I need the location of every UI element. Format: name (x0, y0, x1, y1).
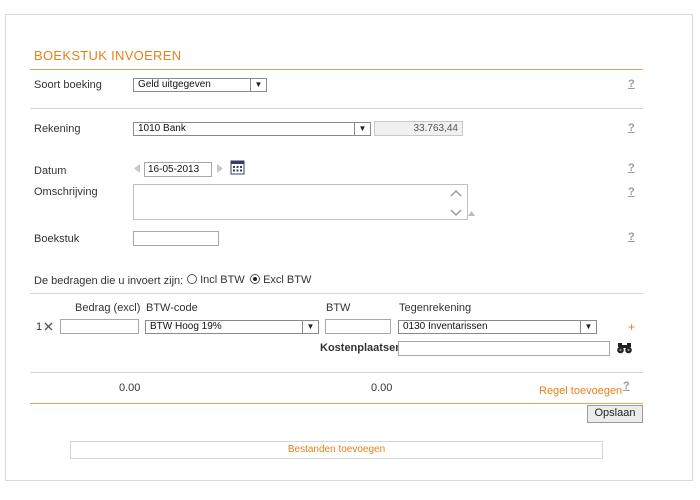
omschrijving-label: Omschrijving (34, 186, 98, 198)
col-header-btw: BTW (326, 302, 351, 314)
bedrag-input[interactable] (60, 319, 139, 334)
btw-input[interactable] (325, 319, 391, 334)
total-btw: 0.00 (371, 382, 393, 394)
help-icon[interactable]: ? (628, 162, 635, 174)
help-icon[interactable]: ? (623, 380, 630, 392)
calendar-icon[interactable] (230, 160, 245, 175)
radio-button[interactable] (187, 274, 197, 284)
remove-line-icon[interactable] (44, 322, 53, 331)
next-date-icon[interactable] (216, 163, 224, 174)
btw-code-value: BTW Hoog 19% (150, 321, 222, 332)
chevron-down-icon: ▼ (580, 321, 596, 333)
radio-button-selected[interactable] (250, 274, 260, 284)
save-button[interactable]: Opslaan (587, 405, 643, 423)
tegenrekening-value: 0130 Inventarissen (403, 321, 488, 332)
omschrijving-textarea[interactable] (133, 184, 468, 220)
previous-date-icon[interactable] (133, 163, 141, 174)
radio-incl-btw-label: Incl BTW (200, 274, 245, 286)
chevron-down-icon: ▼ (354, 123, 370, 135)
soort-boeking-select[interactable]: Geld uitgegeven ▼ (133, 78, 267, 92)
line-number: 1 (36, 321, 43, 333)
help-icon[interactable]: ? (628, 122, 635, 134)
radio-incl-btw[interactable]: Incl BTW (187, 274, 245, 286)
radio-excl-btw[interactable]: Excl BTW (250, 274, 311, 286)
rekening-label: Rekening (34, 123, 81, 135)
boekstuk-label: Boekstuk (34, 233, 80, 245)
kostenplaats-input[interactable] (398, 341, 610, 356)
rekening-select[interactable]: 1010 Bank ▼ (133, 122, 371, 136)
page-title: BOEKSTUK INVOEREN (34, 48, 182, 63)
tegenrekening-select[interactable]: 0130 Inventarissen ▼ (398, 320, 597, 334)
kostenplaats-label: Kostenplaatsen (320, 342, 402, 354)
help-icon[interactable]: ? (628, 78, 635, 90)
date-input[interactable]: 16-05-2013 (144, 162, 212, 177)
divider (30, 372, 643, 373)
footer-divider (30, 403, 643, 404)
total-bedrag: 0.00 (119, 382, 141, 394)
help-icon[interactable]: ? (628, 231, 635, 243)
textarea-scroll-icon[interactable] (450, 188, 462, 218)
boekstuk-input[interactable] (133, 231, 219, 246)
add-line-link[interactable]: Regel toevoegen (539, 385, 622, 397)
add-files-button[interactable]: Bestanden toevoegen (70, 441, 603, 459)
col-header-bedrag: Bedrag (excl) (75, 302, 141, 314)
soort-boeking-label: Soort boeking (34, 79, 102, 91)
col-header-btw-code: BTW-code (146, 302, 198, 314)
balance-field: 33.763,44 (374, 121, 463, 136)
binoculars-icon[interactable] (617, 342, 632, 354)
radio-excl-btw-label: Excl BTW (263, 274, 312, 286)
add-line-plus-icon[interactable]: + (628, 320, 635, 334)
help-icon[interactable]: ? (628, 186, 635, 198)
chevron-down-icon: ▼ (302, 321, 318, 333)
amounts-mode-label: De bedragen die u invoert zijn: (34, 275, 184, 287)
title-divider (30, 69, 643, 70)
divider (30, 108, 643, 109)
soort-boeking-value: Geld uitgegeven (138, 79, 211, 90)
divider (30, 293, 643, 294)
datum-label: Datum (34, 165, 67, 177)
col-header-tegenrekening: Tegenrekening (399, 302, 472, 314)
chevron-down-icon: ▼ (250, 79, 266, 91)
rekening-value: 1010 Bank (138, 123, 186, 134)
resize-handle-icon[interactable] (467, 209, 476, 217)
btw-code-select[interactable]: BTW Hoog 19% ▼ (145, 320, 319, 334)
